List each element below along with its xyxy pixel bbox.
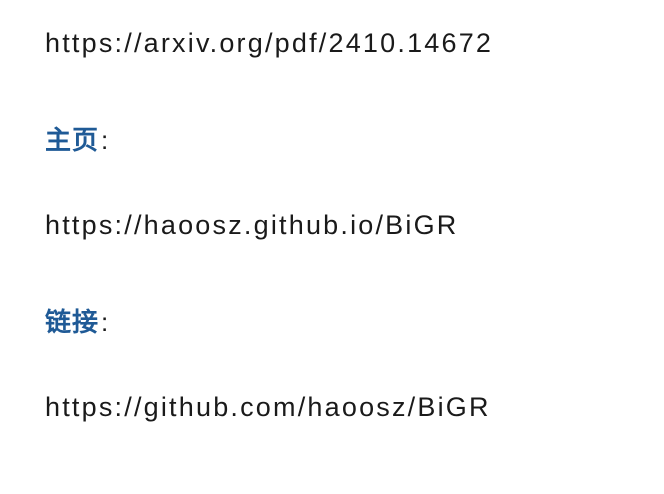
- link-colon: :: [101, 307, 110, 337]
- document-body: https://arxiv.org/pdf/2410.14672 主页: htt…: [0, 0, 664, 494]
- github-url-link[interactable]: https://github.com/haoosz/BiGR: [45, 392, 491, 423]
- homepage-heading: 主页:: [45, 120, 109, 157]
- link-label: 链接: [45, 307, 100, 337]
- homepage-url-link[interactable]: https://haoosz.github.io/BiGR: [45, 210, 459, 241]
- homepage-colon: :: [101, 125, 110, 155]
- paper-url-link[interactable]: https://arxiv.org/pdf/2410.14672: [45, 28, 493, 59]
- homepage-label: 主页: [45, 125, 100, 155]
- link-heading: 链接:: [45, 302, 109, 339]
